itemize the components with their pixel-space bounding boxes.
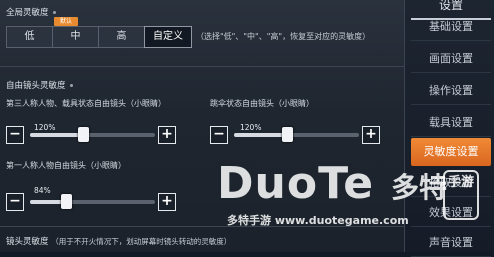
camera-sensitivity-hint: （用于不开火情况下，划动屏幕时镜头转动的灵敏度） — [51, 237, 232, 246]
increase-button[interactable]: + — [158, 193, 176, 211]
sensitivity-medium-button[interactable]: 中 — [52, 26, 99, 48]
default-badge: 默认 — [54, 17, 78, 26]
increase-button[interactable]: + — [362, 126, 380, 144]
sensitivity-low-button[interactable]: 低 — [6, 26, 53, 48]
slider-label-parachute: 跳伞状态自由镜头（小眼睛） — [210, 99, 314, 108]
slider-thumb[interactable] — [281, 127, 293, 142]
slider-label-third-person: 第三人称人物、载具状态自由镜头（小眼睛） — [6, 99, 166, 108]
sidebar-item-graphics[interactable]: 画面设置 — [411, 46, 491, 73]
decrease-button[interactable]: − — [210, 126, 228, 144]
camera-sensitivity-title: 镜头灵敏度 （用于不开火情况下，划动屏幕时镜头转动的灵敏度） — [6, 237, 232, 247]
slider-track[interactable] — [30, 194, 155, 209]
decrease-button[interactable]: − — [6, 126, 24, 144]
slider-value: 120% — [240, 123, 262, 132]
watermark-box: 手游 — [443, 170, 479, 220]
sidebar-item-vehicle[interactable]: 载具设置 — [411, 110, 491, 137]
free-camera-title: 自由镜头灵敏度 — [6, 79, 73, 91]
sensitivity-high-button[interactable]: 高 — [98, 26, 145, 48]
decrease-button[interactable]: − — [6, 193, 24, 211]
sidebar-item-sound[interactable]: 声音设置 — [411, 230, 491, 257]
sidebar-item-basic[interactable]: 基础设置 — [411, 14, 491, 41]
global-sensitivity-hint: （选择"低"、"中"、"高"，恢复至对应的灵敏度） — [196, 32, 371, 41]
increase-button[interactable]: + — [158, 126, 176, 144]
sidebar-item-controls[interactable]: 操作设置 — [411, 78, 491, 105]
watermark-logo: DuoTe — [217, 158, 375, 209]
slider-value: 120% — [34, 123, 56, 132]
watermark-cn: 多特 — [391, 171, 448, 204]
info-dot-icon — [69, 84, 73, 87]
watermark: DuoTe 多特 手游 多特手游 www.duotegame.com — [205, 158, 494, 234]
sensitivity-custom-button[interactable]: 自定义 — [144, 26, 192, 48]
slider-thumb[interactable] — [61, 194, 73, 209]
watermark-url: 多特手游 www.duotegame.com — [227, 214, 409, 227]
slider-track[interactable] — [30, 127, 155, 142]
slider-fill — [234, 133, 287, 137]
info-dot-icon — [52, 11, 56, 14]
section-divider — [0, 66, 404, 67]
slider-fill — [30, 133, 83, 137]
slider-thumb[interactable] — [77, 127, 89, 142]
slider-value: 84% — [34, 186, 51, 195]
global-sensitivity-title: 全局灵敏度 — [6, 6, 56, 18]
slider-label-first-person: 第一人称人物自由镜头（小眼睛） — [6, 161, 126, 170]
slider-track[interactable] — [234, 127, 359, 142]
